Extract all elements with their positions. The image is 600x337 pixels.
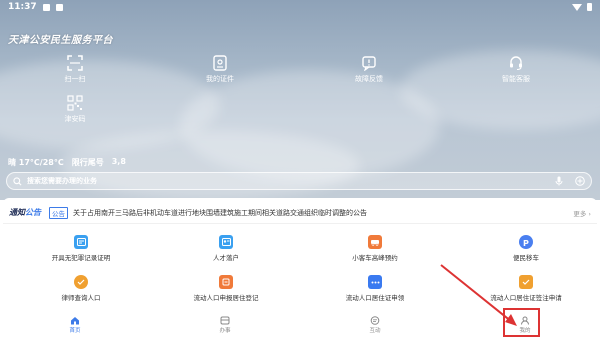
nav-label: 办事: [219, 327, 231, 334]
nav-interact[interactable]: 互动: [300, 312, 450, 337]
certificate-icon: [74, 235, 88, 249]
quick-action-label: 津安码: [64, 115, 86, 123]
quick-action-label: 扫一扫: [64, 75, 86, 83]
service-label: 开具无犯罪记录证明: [51, 254, 111, 262]
nav-home[interactable]: 首页: [0, 312, 150, 337]
quick-action-label: 智能客服: [502, 75, 530, 83]
quick-action-my-id[interactable]: 我的证件: [180, 55, 260, 84]
service-move-car[interactable]: P 便民移车: [456, 235, 596, 262]
service-no-criminal-record[interactable]: 开具无犯罪记录证明: [11, 235, 151, 262]
service-residence-permit[interactable]: 流动人口居住证申领: [305, 275, 445, 302]
notice-tag: 公告: [49, 206, 68, 219]
id-card-icon: [213, 55, 227, 71]
headset-icon: [510, 56, 522, 71]
service-label: 流动人口居住证签注申请: [490, 294, 562, 302]
weather-info: 晴 17°C/28°C 限行尾号 3,8: [8, 157, 126, 168]
notification-icon: [42, 3, 50, 11]
notice-brand: 通知公告: [9, 208, 41, 217]
nav-profile[interactable]: 我的: [450, 312, 600, 337]
status-time: 11:37: [8, 2, 37, 12]
quick-action-label: 我的证件: [206, 75, 234, 83]
search-input[interactable]: [27, 177, 555, 185]
notice-text[interactable]: 关于占用南开三马路后非机动车道进行地块围墙建筑施工期间相关道路交通组织临时调整的…: [73, 208, 569, 218]
services-card: 通知公告 公告 关于占用南开三马路后非机动车道进行地块围墙建筑施工期间相关道路交…: [3, 198, 597, 314]
battery-icon: [587, 3, 592, 11]
quick-action-support[interactable]: 智能客服: [476, 55, 556, 84]
service-permit-endorsement[interactable]: 流动人口居住证签注申请: [456, 275, 596, 302]
microphone-icon[interactable]: [555, 176, 563, 186]
feedback-icon: [362, 56, 376, 71]
car-icon: [368, 235, 382, 249]
user-icon: [521, 316, 529, 325]
talent-icon: [219, 235, 233, 249]
restriction-label: 限行尾号: [71, 158, 104, 167]
parking-icon: P: [519, 235, 533, 249]
service-residence-registration[interactable]: 流动人口申报居住登记: [156, 275, 296, 302]
search-bar[interactable]: [6, 172, 592, 190]
app-title: 天津公安民生服务平台: [8, 35, 113, 46]
bottom-nav: 首页 办事 互动 我的: [0, 312, 600, 337]
weather-text: 晴 17°C/28°C: [8, 158, 64, 167]
more-link[interactable]: 更多 ›: [573, 208, 591, 218]
service-label: 律师查询人口: [61, 294, 101, 302]
service-talent-settlement[interactable]: 人才落户: [156, 235, 296, 262]
nav-label: 首页: [69, 327, 81, 334]
permit-icon: [368, 275, 382, 289]
register-icon: [219, 275, 233, 289]
nav-label: 互动: [369, 327, 381, 334]
home-icon: [71, 316, 79, 324]
service-label: 流动人口居住证申领: [345, 294, 405, 302]
qr-code-icon: [67, 95, 83, 111]
nav-services[interactable]: 办事: [150, 312, 300, 337]
service-lawyer-query[interactable]: 律师查询人口: [11, 275, 151, 302]
chat-icon: [370, 315, 380, 325]
scan-icon: [67, 55, 83, 71]
status-bar: 11:37: [0, 0, 600, 14]
notice-bar[interactable]: 通知公告 公告 关于占用南开三马路后非机动车道进行地块围墙建筑施工期间相关道路交…: [3, 202, 597, 224]
nav-label: 我的: [519, 327, 531, 334]
endorse-icon: [519, 275, 533, 289]
svg-text:P: P: [523, 239, 529, 247]
service-label: 人才落户: [213, 254, 239, 262]
add-icon[interactable]: [575, 176, 585, 186]
search-icon: [13, 176, 22, 186]
quick-action-label: 故障反馈: [355, 75, 383, 83]
wifi-icon: [572, 3, 582, 11]
notification-icon-2: [55, 3, 63, 11]
quick-action-qr-code[interactable]: 津安码: [35, 95, 115, 124]
quick-action-scan[interactable]: 扫一扫: [35, 55, 115, 84]
service-label: 便民移车: [513, 254, 539, 262]
service-label: 小客车高峰预约: [352, 254, 398, 262]
service-label: 流动人口申报居住登记: [193, 294, 259, 302]
service-car-peak-reservation[interactable]: 小客车高峰预约: [305, 235, 445, 262]
restriction-value: 3,8: [111, 157, 126, 166]
lawyer-icon: [74, 275, 88, 289]
apps-icon: [220, 316, 230, 324]
quick-action-feedback[interactable]: 故障反馈: [329, 55, 409, 84]
